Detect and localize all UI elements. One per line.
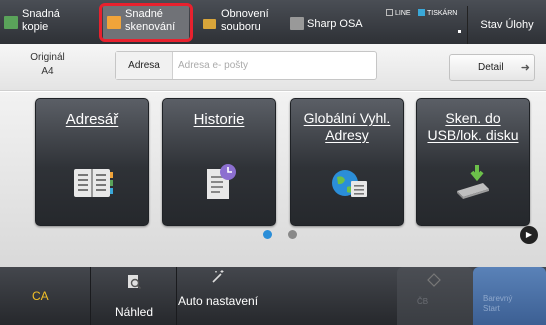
tab-easy-copy[interactable]: Snadná kopie [0,6,100,42]
global-address-icon [332,170,367,197]
tab-sharp-osa-label: Sharp OSA [307,18,363,30]
address-row: Originál A4 Adresa Detail ➜ [0,44,546,91]
status-line: LINE [386,9,411,17]
card-global-address[interactable]: Globální Vyhl. Adresy [290,98,404,226]
folder-icon [203,19,216,29]
start-diamond-icon [427,273,441,287]
job-status-button[interactable]: Stav Úlohy [467,6,546,44]
osa-icon [290,17,304,30]
address-field: Adresa [115,51,377,80]
tab-sharp-osa[interactable]: Sharp OSA [290,6,380,42]
detail-label: Detail [478,62,504,73]
preview-icon [128,275,141,289]
main-area: Adresář Historie Globální Vyhl. Adresy S… [0,92,546,267]
preview-label: Náhled [114,305,154,319]
email-address-input[interactable] [174,52,374,79]
tab-easy-copy-label: Snadná kopie [22,8,60,33]
auto-settings-label: Auto nastavení [177,294,259,308]
address-label: Adresa [116,52,173,79]
auto-settings-button[interactable]: Auto nastavení [176,267,258,325]
original-size-value: A4 [41,66,54,77]
original-size-button[interactable]: Originál A4 [20,51,75,79]
detail-button[interactable]: Detail ➜ [449,54,535,81]
usb-drive-icon [457,165,489,199]
card-scan-to-usb-label: Sken. do USB/lok. disku [427,110,519,143]
card-address-book[interactable]: Adresář [35,98,149,226]
page-indicator[interactable] [288,230,297,239]
tab-file-retrieve[interactable]: Obnovení souboru [199,6,289,42]
bw-start-button[interactable]: ČB [397,267,473,325]
address-book-icon [74,169,113,197]
original-label: Originál [30,52,65,63]
top-bar: Snadná kopie Snadné skenování Obnovení s… [0,0,546,44]
card-global-address-label: Globální Vyhl. Adresy [303,110,391,143]
color-start-button[interactable]: Barevný Start [473,267,546,325]
line-status-icon [386,9,393,16]
play-icon: ▶ [525,230,533,239]
preview-button[interactable]: Náhled [90,267,176,325]
arrow-right-icon: ➜ [520,62,530,74]
status-indicator-dot [458,30,461,33]
page-indicator-active[interactable] [263,230,272,239]
tab-file-retrieve-label: Obnovení souboru [221,8,269,33]
printer-status-icon [418,9,425,16]
status-line-label: LINE [395,10,411,17]
magic-wand-icon [212,270,224,283]
color-start-label: Barevný Start [483,294,513,313]
status-printer-label: TISKÁRN [427,10,458,17]
bw-start-label: ČB [417,297,429,306]
card-history-label: Historie [193,111,245,128]
status-printer: TISKÁRN [418,9,457,17]
card-history[interactable]: Historie [162,98,276,226]
card-scan-to-usb[interactable]: Sken. do USB/lok. disku [416,98,530,226]
clear-all-button[interactable]: CA [0,267,90,325]
bottom-bar: CA Náhled Auto nastavení ČB Barevný Star… [0,267,546,325]
card-address-book-label: Adresář [65,111,119,128]
next-page-button[interactable]: ▶ [520,226,538,244]
history-icon [207,164,236,199]
copy-icon [4,16,18,29]
tab-highlight-frame [99,3,193,42]
